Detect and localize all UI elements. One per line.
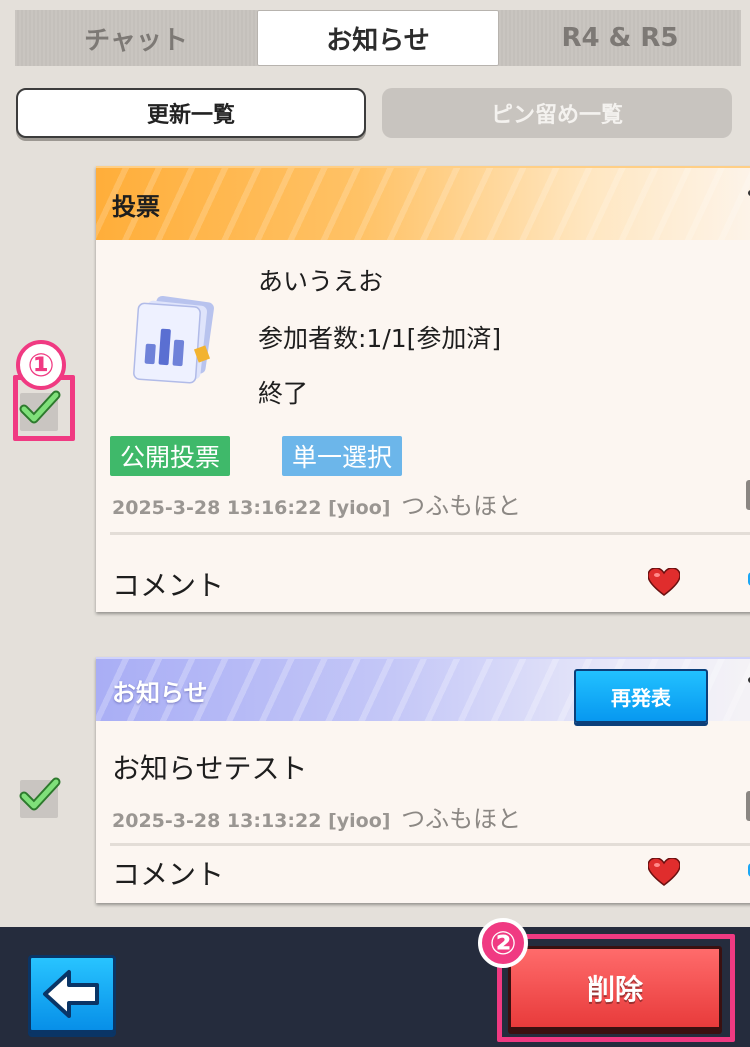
notice-header-label: お知らせ bbox=[112, 678, 208, 707]
heart-icon[interactable] bbox=[648, 858, 680, 886]
check-icon bbox=[19, 390, 61, 424]
comment-link[interactable]: コメント bbox=[112, 853, 224, 893]
select-checkbox-1[interactable] bbox=[19, 390, 61, 431]
author-name[interactable]: つふもほと bbox=[401, 492, 521, 520]
notice-post-header: お知らせ 再発表 bbox=[96, 657, 750, 723]
tab-r4-r5[interactable]: R4 & R5 bbox=[499, 10, 741, 66]
poll-participants: 参加者数:1/1[参加済] bbox=[258, 324, 502, 353]
delete-button[interactable]: 削除 bbox=[508, 946, 722, 1030]
divider bbox=[110, 532, 750, 535]
notice-body: お知らせテスト bbox=[112, 752, 308, 785]
poll-title: あいうえお bbox=[258, 267, 384, 296]
poll-post-card[interactable]: 投票 あいうえお 参加者数:1/1[参加済] 終了 公開投票 単一選択 2025… bbox=[96, 166, 750, 612]
step-marker-2: ② bbox=[478, 918, 528, 968]
step-marker-1: ① bbox=[16, 340, 66, 390]
check-icon bbox=[19, 777, 61, 811]
tab-notice[interactable]: お知らせ bbox=[257, 10, 499, 66]
alliance-tag: [yioo] bbox=[328, 497, 391, 519]
arrow-left-icon bbox=[43, 970, 99, 1018]
heart-icon[interactable] bbox=[648, 568, 680, 596]
select-checkbox-2[interactable] bbox=[19, 777, 61, 818]
back-button[interactable] bbox=[28, 955, 116, 1033]
side-icon[interactable] bbox=[746, 480, 750, 510]
divider bbox=[110, 843, 750, 846]
post-timestamp: 2025-3-28 13:13:22 bbox=[112, 810, 322, 832]
poll-post-header: 投票 bbox=[96, 166, 750, 240]
republish-button[interactable]: 再発表 bbox=[574, 669, 708, 723]
post-timestamp: 2025-3-28 13:16:22 bbox=[112, 497, 322, 519]
tag-public-poll: 公開投票 bbox=[110, 436, 231, 476]
poll-chart-icon bbox=[133, 295, 214, 384]
post-meta: 2025-3-28 13:16:22 [yioo] つふもほと bbox=[112, 486, 521, 521]
alliance-tag: [yioo] bbox=[328, 810, 391, 832]
subtab-updates[interactable]: 更新一覧 bbox=[16, 88, 366, 138]
post-meta: 2025-3-28 13:13:22 [yioo] つふもほと bbox=[112, 799, 521, 834]
top-tab-bar: チャット お知らせ R4 & R5 bbox=[15, 10, 741, 66]
poll-header-label: 投票 bbox=[112, 192, 160, 221]
tag-single-choice: 単一選択 bbox=[282, 436, 403, 476]
poll-status: 終了 bbox=[258, 379, 309, 408]
subtab-pinned[interactable]: ピン留め一覧 bbox=[382, 88, 732, 138]
author-name[interactable]: つふもほと bbox=[401, 805, 521, 833]
tab-chat[interactable]: チャット bbox=[15, 10, 257, 66]
side-icon[interactable] bbox=[746, 791, 750, 821]
comment-link[interactable]: コメント bbox=[112, 564, 224, 604]
notice-post-card[interactable]: お知らせ 再発表 お知らせテスト 2025-3-28 13:13:22 [yio… bbox=[96, 657, 750, 903]
